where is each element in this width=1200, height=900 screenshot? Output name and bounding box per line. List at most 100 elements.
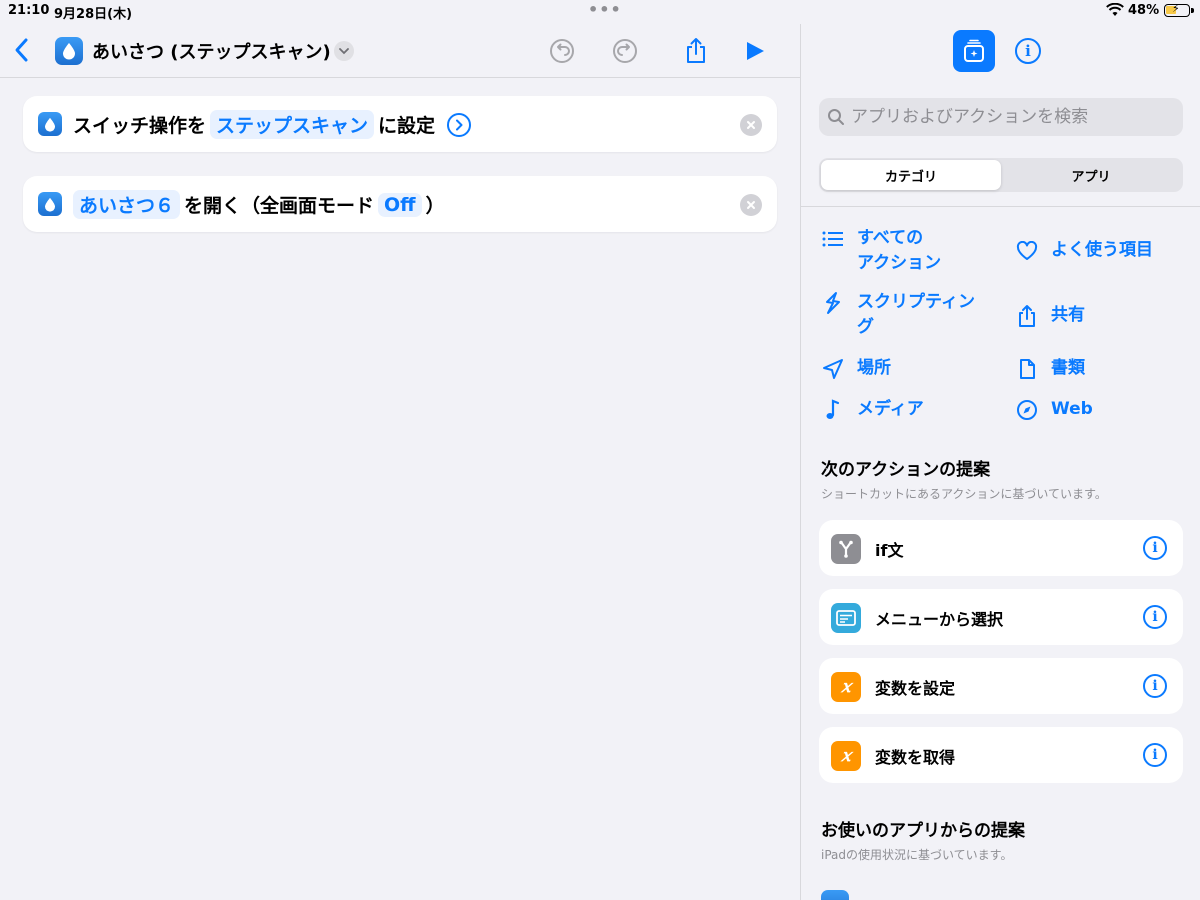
run-button[interactable] (741, 37, 769, 65)
action-text: スイッチ操作を ステップスキャン に設定 (73, 110, 472, 139)
suggestion-if[interactable]: if文 i (819, 520, 1183, 576)
location-icon (821, 357, 845, 381)
shortcut-title[interactable]: あいさつ (ステップスキャン) (92, 38, 331, 64)
suggestion-label: 変数を取得 (875, 748, 956, 767)
document-icon (1015, 357, 1039, 381)
editor-toolbar: あいさつ (ステップスキャン) (0, 24, 800, 78)
category-label: メディア (857, 399, 924, 419)
fullscreen-token[interactable]: Off (378, 192, 422, 217)
category-label: よく使う項目 (1051, 240, 1153, 260)
segment-apps[interactable]: アプリ (1001, 160, 1181, 190)
segment-categories[interactable]: カテゴリ (821, 160, 1001, 190)
app-suggestions-subtitle: iPadの使用状況に基づいています。 (821, 848, 1013, 862)
suggestion-choose-from-menu[interactable]: メニューから選択 i (819, 589, 1183, 645)
action-card-switch-control[interactable]: スイッチ操作を ステップスキャン に設定 (23, 96, 777, 152)
undo-button[interactable] (548, 37, 576, 65)
drop-icon (45, 117, 55, 132)
category-media[interactable]: メディア (821, 397, 987, 422)
category-label: Web (1051, 399, 1093, 419)
list-icon (821, 227, 845, 251)
action-suffix: に設定 (378, 115, 436, 137)
close-icon (747, 201, 755, 209)
scripting-icon (821, 291, 845, 315)
category-label: スクリプティング (857, 292, 975, 337)
battery-percent: 48% (1128, 3, 1160, 18)
variable-icon: 𝑥 (831, 741, 861, 771)
info-icon: i (1152, 678, 1158, 694)
redo-icon (613, 39, 637, 63)
search-icon (828, 109, 844, 125)
action-library-button[interactable] (953, 30, 995, 72)
shortcut-app-icon[interactable] (55, 37, 83, 65)
category-all-actions[interactable]: すべての アクション (821, 226, 987, 276)
category-segmented-control[interactable]: カテゴリ アプリ (819, 158, 1183, 192)
next-actions-title: 次のアクションの提案 (821, 460, 991, 480)
next-actions-subtitle: ショートカットにあるアクションに基づいています。 (821, 487, 1107, 501)
info-icon: i (1152, 609, 1158, 625)
action-prefix: スイッチ操作を (73, 115, 207, 137)
category-label: 共有 (1051, 305, 1085, 325)
heart-icon (1015, 239, 1039, 263)
wifi-icon (1106, 3, 1124, 16)
suggestion-set-variable[interactable]: 𝑥 変数を設定 i (819, 658, 1183, 714)
redo-button[interactable] (611, 37, 639, 65)
remove-action-button[interactable] (740, 114, 762, 136)
search-bar[interactable] (819, 98, 1183, 136)
chevron-left-icon[interactable] (10, 36, 34, 64)
info-icon: i (1152, 747, 1158, 763)
shortcut-details-button[interactable]: i (1015, 38, 1041, 64)
suggestion-info-button[interactable]: i (1143, 536, 1167, 560)
panel-toolbar: i (801, 24, 1200, 78)
expand-action-button[interactable] (447, 112, 472, 137)
status-date: 9月28日(木) (54, 7, 133, 22)
multitasking-dots-icon[interactable]: ••• (588, 0, 622, 19)
action-text: あいさつ６ を開く（全画面モード Off ） (73, 190, 445, 219)
action-card-open-app[interactable]: あいさつ６ を開く（全画面モード Off ） (23, 176, 777, 232)
suggestion-info-button[interactable]: i (1143, 605, 1167, 629)
share-icon (1015, 304, 1039, 328)
info-icon: i (1025, 42, 1031, 60)
category-sharing[interactable]: 共有 (1015, 303, 1181, 328)
category-web[interactable]: Web (1015, 397, 1181, 422)
category-location[interactable]: 場所 (821, 356, 987, 381)
close-icon (747, 121, 755, 129)
suggestion-label: if文 (875, 541, 904, 560)
shortcut-editor: あいさつ (ステップスキャン) スイッチ操作を ステップスキャン に設定 あいさ… (0, 24, 800, 900)
menu-icon (831, 603, 861, 633)
app-token[interactable]: あいさつ６ (73, 190, 181, 219)
battery-icon: ⚡ (1164, 2, 1194, 17)
share-button[interactable] (682, 37, 710, 65)
category-label: 書類 (1051, 358, 1085, 378)
category-favorites[interactable]: よく使う項目 (1015, 238, 1181, 263)
search-input[interactable] (851, 107, 1171, 127)
suggestion-label: メニューから選択 (875, 610, 1004, 629)
variable-icon: 𝑥 (831, 672, 861, 702)
music-note-icon (821, 398, 845, 422)
divider (801, 206, 1200, 207)
category-scripting[interactable]: スクリプティング (821, 290, 987, 340)
remove-action-button[interactable] (740, 194, 762, 216)
compass-icon (1015, 398, 1039, 422)
action-mid: を開く（全画面モード (184, 195, 375, 217)
chevron-down-icon (339, 48, 349, 55)
app-suggestion-partial[interactable] (821, 890, 849, 900)
suggestion-info-button[interactable]: i (1143, 743, 1167, 767)
category-label: 場所 (857, 358, 891, 378)
action-suffix: ） (425, 195, 445, 217)
play-icon (747, 42, 764, 60)
suggestion-get-variable[interactable]: 𝑥 変数を取得 i (819, 727, 1183, 783)
drop-icon (45, 197, 55, 212)
undo-icon (550, 39, 574, 63)
category-documents[interactable]: 書類 (1015, 356, 1181, 381)
chevron-right-icon (456, 119, 463, 130)
app-suggestions-title: お使いのアプリからの提案 (821, 821, 1025, 841)
status-bar: 21:10 9月28日(木) ••• 48% ⚡ (0, 0, 1200, 24)
share-icon (687, 38, 705, 63)
switch-mode-token[interactable]: ステップスキャン (210, 110, 375, 139)
title-menu-button[interactable] (334, 41, 354, 61)
suggestion-info-button[interactable]: i (1143, 674, 1167, 698)
suggestion-label: 変数を設定 (875, 679, 956, 698)
app-icon (821, 890, 849, 900)
category-label: すべての アクション (857, 228, 942, 273)
status-time: 21:10 (8, 3, 50, 18)
